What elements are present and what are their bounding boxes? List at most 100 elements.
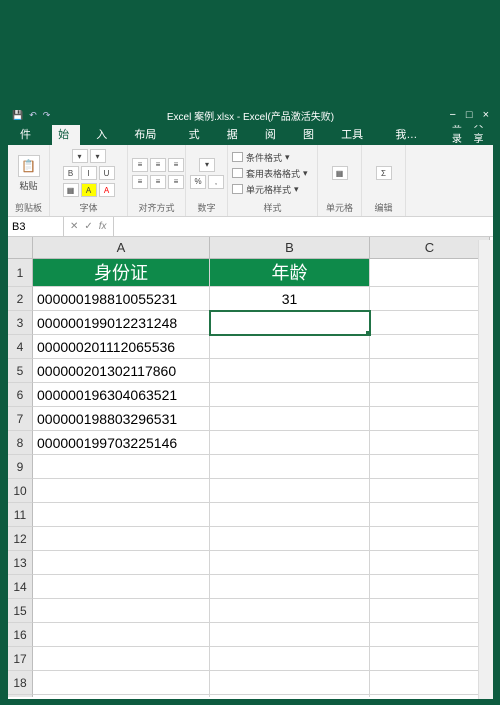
- cell-B10[interactable]: [210, 479, 370, 503]
- formula-cancel-icon[interactable]: ✕: [70, 221, 78, 232]
- cell-B16[interactable]: [210, 623, 370, 647]
- cell-B3[interactable]: [210, 311, 370, 335]
- row-header-2[interactable]: 2: [8, 287, 33, 311]
- cell-C1[interactable]: [370, 259, 490, 287]
- cell-C6[interactable]: [370, 383, 490, 407]
- row-header-10[interactable]: 10: [8, 479, 33, 503]
- cell-A19[interactable]: [33, 695, 210, 697]
- undo-icon[interactable]: ↶: [29, 110, 37, 121]
- cell-B14[interactable]: [210, 575, 370, 599]
- cell-C12[interactable]: [370, 527, 490, 551]
- cell-C17[interactable]: [370, 647, 490, 671]
- row-header-13[interactable]: 13: [8, 551, 33, 575]
- align-left[interactable]: ≡: [132, 175, 148, 189]
- sum-button[interactable]: Σ: [376, 166, 392, 180]
- cell-C4[interactable]: [370, 335, 490, 359]
- minimize-button[interactable]: −: [449, 109, 455, 121]
- cell-C13[interactable]: [370, 551, 490, 575]
- align-right[interactable]: ≡: [168, 175, 184, 189]
- row-header-17[interactable]: 17: [8, 647, 33, 671]
- row-header-14[interactable]: 14: [8, 575, 33, 599]
- cell-C14[interactable]: [370, 575, 490, 599]
- row-header-16[interactable]: 16: [8, 623, 33, 647]
- size-select[interactable]: ▾: [90, 149, 106, 163]
- fx-icon[interactable]: fx: [99, 221, 107, 232]
- cell-A18[interactable]: [33, 671, 210, 695]
- cell-A15[interactable]: [33, 599, 210, 623]
- row-header-9[interactable]: 9: [8, 455, 33, 479]
- cell-B6[interactable]: [210, 383, 370, 407]
- cell-C3[interactable]: [370, 311, 490, 335]
- cell-A5[interactable]: 000000201302117860: [33, 359, 210, 383]
- align-top[interactable]: ≡: [132, 158, 148, 172]
- row-header-12[interactable]: 12: [8, 527, 33, 551]
- cell-B1[interactable]: 年龄: [210, 259, 370, 287]
- cell-A17[interactable]: [33, 647, 210, 671]
- cell-B12[interactable]: [210, 527, 370, 551]
- cell-B8[interactable]: [210, 431, 370, 455]
- cell-B13[interactable]: [210, 551, 370, 575]
- cell-A8[interactable]: 000000199703225146: [33, 431, 210, 455]
- cell-C8[interactable]: [370, 431, 490, 455]
- row-header-7[interactable]: 7: [8, 407, 33, 431]
- close-button[interactable]: ×: [483, 109, 489, 121]
- cell-C15[interactable]: [370, 599, 490, 623]
- cell-styles-button[interactable]: 单元格样式 ▾: [232, 182, 299, 197]
- cell-A14[interactable]: [33, 575, 210, 599]
- cell-A16[interactable]: [33, 623, 210, 647]
- row-header-19[interactable]: 19: [8, 695, 33, 697]
- cell-A4[interactable]: 000000201112065536: [33, 335, 210, 359]
- cell-A11[interactable]: [33, 503, 210, 527]
- cell-B17[interactable]: [210, 647, 370, 671]
- cell-B2[interactable]: 31: [210, 287, 370, 311]
- cell-C18[interactable]: [370, 671, 490, 695]
- cell-B4[interactable]: [210, 335, 370, 359]
- conditional-format-button[interactable]: 条件格式 ▾: [232, 150, 290, 165]
- fill-button[interactable]: A: [81, 183, 97, 197]
- cell-B5[interactable]: [210, 359, 370, 383]
- cell-B19[interactable]: [210, 695, 370, 697]
- paste-button[interactable]: 📋 粘贴: [16, 153, 42, 194]
- format-table-button[interactable]: 套用表格格式 ▾: [232, 166, 308, 181]
- row-header-18[interactable]: 18: [8, 671, 33, 695]
- cell-C10[interactable]: [370, 479, 490, 503]
- select-all-corner[interactable]: [8, 237, 33, 259]
- cell-A7[interactable]: 000000198803296531: [33, 407, 210, 431]
- border-button[interactable]: ▦: [63, 183, 79, 197]
- row-header-1[interactable]: 1: [8, 259, 33, 287]
- cell-C11[interactable]: [370, 503, 490, 527]
- percent-button[interactable]: %: [190, 175, 206, 189]
- cell-B18[interactable]: [210, 671, 370, 695]
- name-box[interactable]: B3: [8, 217, 64, 236]
- underline-button[interactable]: U: [99, 166, 115, 180]
- cell-B9[interactable]: [210, 455, 370, 479]
- cell-A10[interactable]: [33, 479, 210, 503]
- row-header-15[interactable]: 15: [8, 599, 33, 623]
- row-header-5[interactable]: 5: [8, 359, 33, 383]
- cell-C16[interactable]: [370, 623, 490, 647]
- formula-enter-icon[interactable]: ✓: [84, 221, 92, 232]
- row-header-8[interactable]: 8: [8, 431, 33, 455]
- font-color-button[interactable]: A: [99, 183, 115, 197]
- row-header-11[interactable]: 11: [8, 503, 33, 527]
- save-icon[interactable]: 💾: [12, 110, 23, 121]
- cell-C5[interactable]: [370, 359, 490, 383]
- cell-A2[interactable]: 000000198810055231: [33, 287, 210, 311]
- row-header-4[interactable]: 4: [8, 335, 33, 359]
- cell-B15[interactable]: [210, 599, 370, 623]
- number-format[interactable]: ▾: [199, 158, 215, 172]
- align-mid[interactable]: ≡: [150, 158, 166, 172]
- bold-button[interactable]: B: [63, 166, 79, 180]
- row-header-6[interactable]: 6: [8, 383, 33, 407]
- cell-C9[interactable]: [370, 455, 490, 479]
- italic-button[interactable]: I: [81, 166, 97, 180]
- cell-A3[interactable]: 000000199012231248: [33, 311, 210, 335]
- redo-icon[interactable]: ↷: [43, 110, 51, 121]
- cell-A1[interactable]: 身份证: [33, 259, 210, 287]
- insert-cell-button[interactable]: ▦: [332, 166, 348, 180]
- cell-A13[interactable]: [33, 551, 210, 575]
- align-center[interactable]: ≡: [150, 175, 166, 189]
- comma-button[interactable]: ,: [208, 175, 224, 189]
- col-header-B[interactable]: B: [210, 237, 370, 259]
- cell-C19[interactable]: [370, 695, 490, 697]
